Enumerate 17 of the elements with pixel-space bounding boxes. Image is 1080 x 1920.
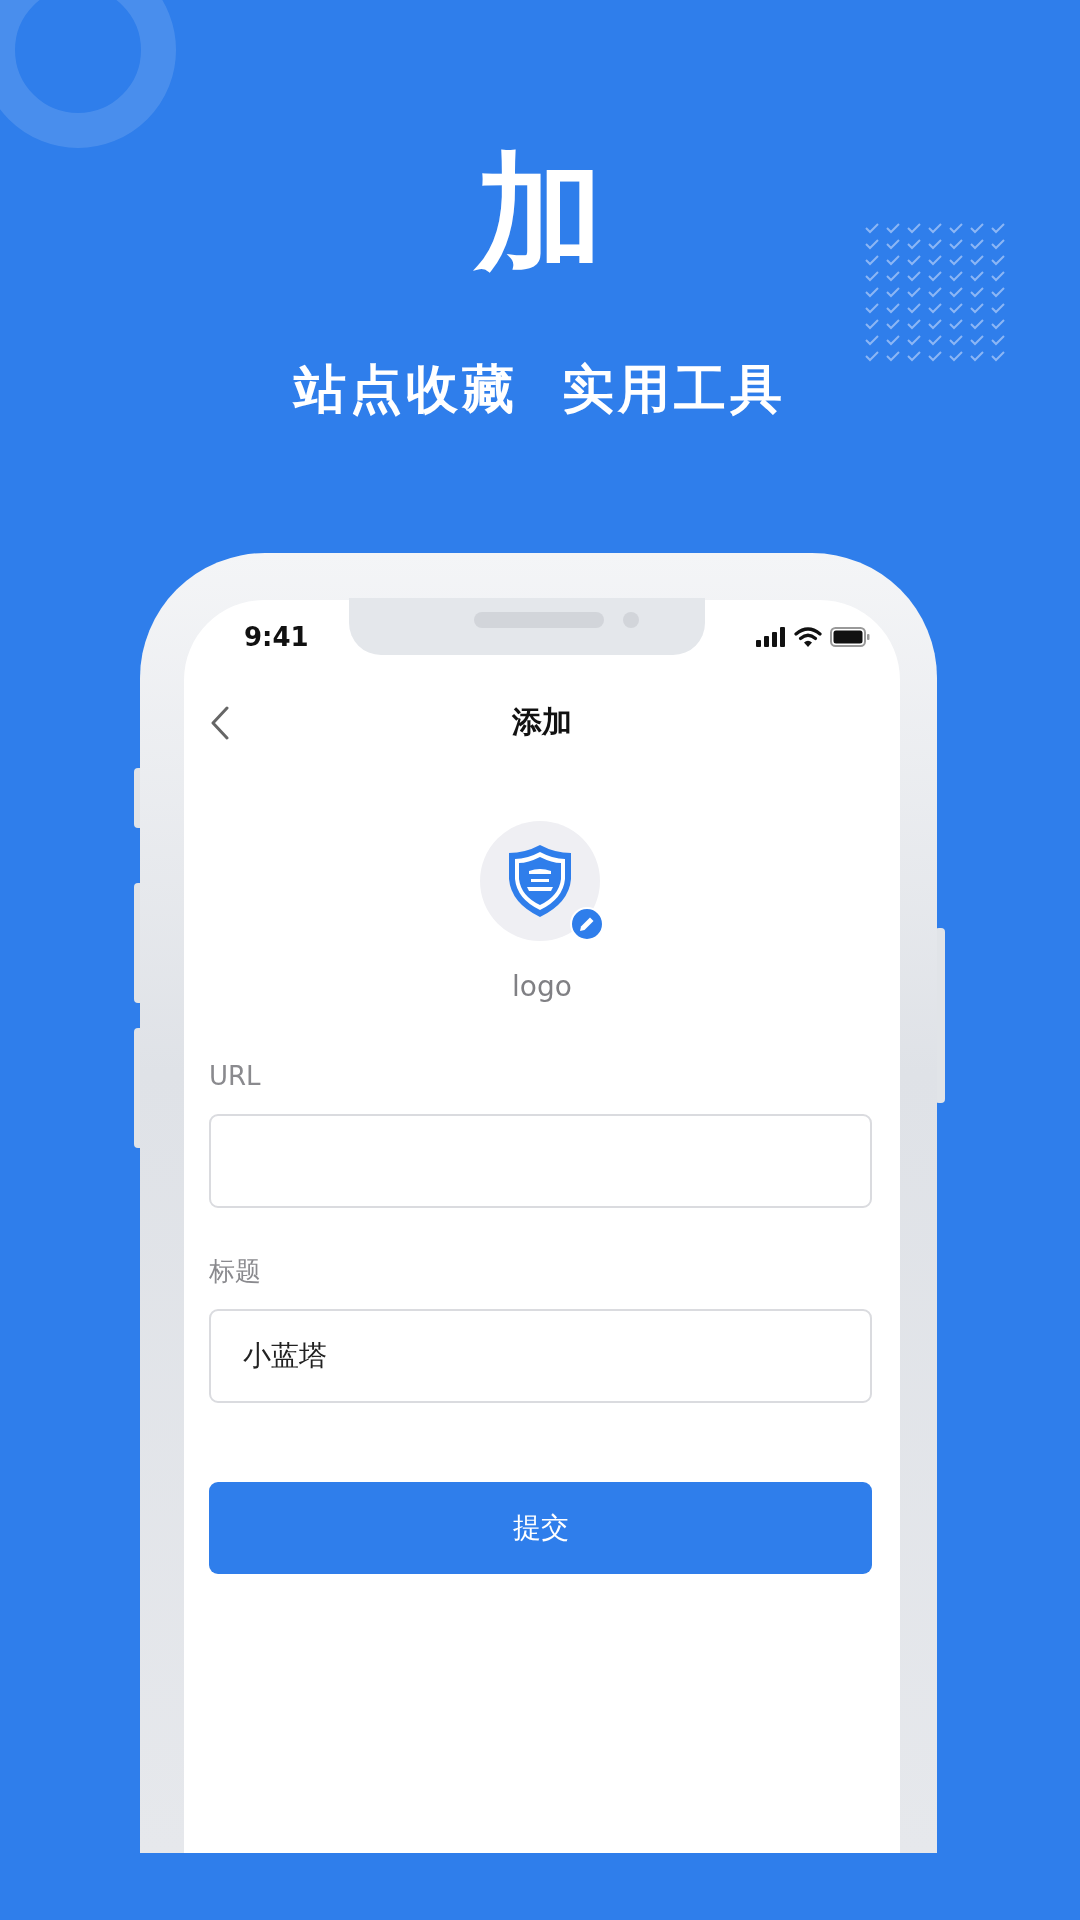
logo-label: logo (512, 969, 572, 1005)
shield-icon (507, 843, 573, 919)
back-icon[interactable] (210, 706, 230, 740)
input-field[interactable] (209, 1114, 872, 1208)
edit-icon[interactable] (570, 907, 604, 941)
battery-icon (830, 627, 870, 647)
wifi-icon (794, 627, 822, 647)
submit-button[interactable]: 提交 (209, 1482, 872, 1574)
signal-icon (756, 627, 786, 647)
field-label: 标题 (209, 1255, 262, 1288)
field-label: URL (209, 1060, 262, 1093)
input-field[interactable]: 小蓝塔 (209, 1309, 872, 1403)
tagline: 站点收藏 (294, 358, 518, 421)
page-title: 添加 (512, 702, 572, 741)
headline: 加 (0, 148, 1080, 278)
status-time: 9:41 (244, 622, 309, 652)
tagline: 实用工具 (562, 358, 786, 421)
